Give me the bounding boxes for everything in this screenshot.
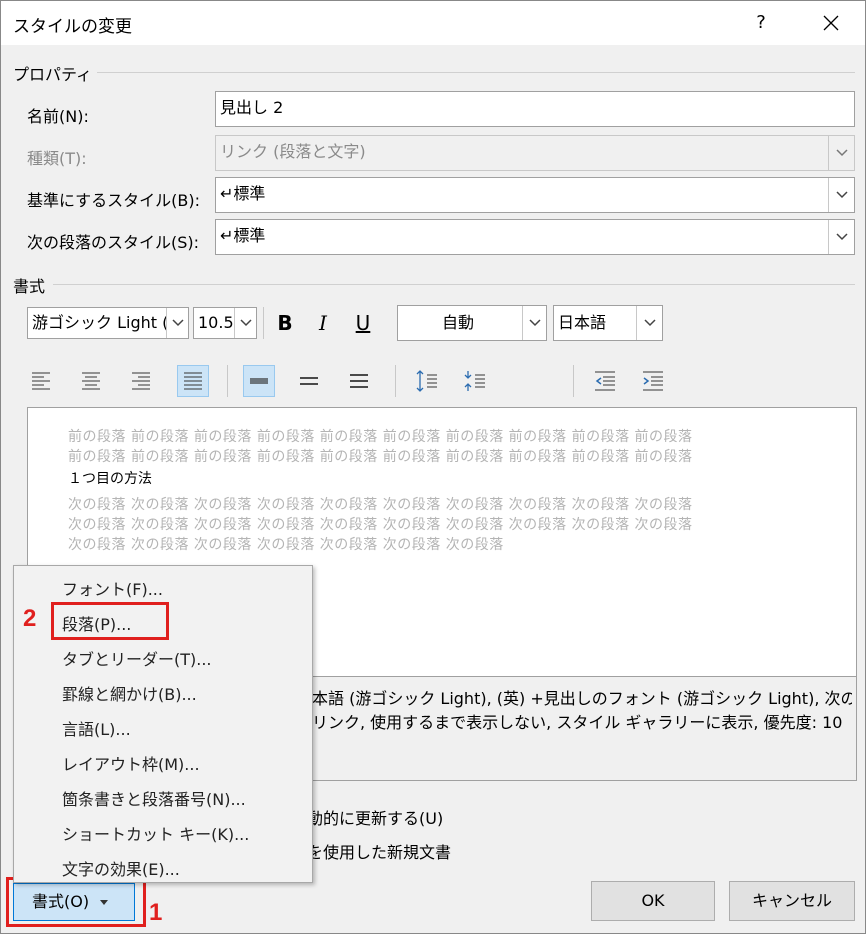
language-dropdown-arrow[interactable] xyxy=(636,306,662,340)
font-select[interactable]: 游ゴシック Light ( xyxy=(27,307,189,339)
increase-indent-icon xyxy=(643,371,663,391)
menu-item-shortcut-key[interactable]: ショートカット キー(K)... xyxy=(62,821,249,845)
preview-next-paragraph: 次の段落 次の段落 次の段落 次の段落 次の段落 次の段落 次の段落 次の段落 … xyxy=(68,517,693,533)
line-spacing-single-icon xyxy=(250,378,268,384)
line-spacing-onehalf-button[interactable] xyxy=(293,365,325,397)
toolbar-separator xyxy=(395,365,396,397)
chevron-down-icon xyxy=(240,319,252,327)
font-value: 游ゴシック Light ( xyxy=(32,313,166,332)
chevron-down-icon xyxy=(644,319,656,327)
auto-update-checkbox-label[interactable]: 動的に更新する(U) xyxy=(307,805,443,829)
toolbar-separator xyxy=(263,307,264,339)
line-spacing-single-button[interactable] xyxy=(243,365,275,397)
description-line-2: リンク, 使用するまで表示しない, スタイル ギャラリーに表示, 優先度: 10 xyxy=(312,713,843,732)
type-value: リンク (段落と文字) xyxy=(220,142,366,161)
properties-section-label: プロパティ xyxy=(13,65,93,84)
line-spacing-onehalf-icon xyxy=(300,377,318,385)
preview-next-paragraph: 次の段落 次の段落 次の段落 次の段落 次の段落 次の段落 次の段落 次の段落 … xyxy=(68,497,693,513)
font-size-select[interactable]: 10.5 xyxy=(193,307,257,339)
font-color-value: 自動 xyxy=(442,313,475,332)
step-1-number: 1 xyxy=(149,899,163,926)
modify-style-dialog: スタイルの変更 ? プロパティ 名前(N): 見出し 2 種類(T): リンク … xyxy=(0,0,866,934)
chevron-down-icon xyxy=(836,233,848,241)
decrease-spacing-button[interactable] xyxy=(459,365,491,397)
language-value: 日本語 xyxy=(558,313,607,332)
step-2-highlight xyxy=(51,602,169,640)
close-button[interactable] xyxy=(809,5,853,41)
align-left-button[interactable] xyxy=(25,365,57,397)
chevron-down-icon xyxy=(172,319,184,327)
preview-previous-paragraph: 前の段落 前の段落 前の段落 前の段落 前の段落 前の段落 前の段落 前の段落 … xyxy=(68,429,693,445)
name-label: 名前(N): xyxy=(27,107,89,126)
align-left-icon xyxy=(32,372,50,390)
ok-button[interactable]: OK xyxy=(591,881,715,921)
underline-button[interactable]: U xyxy=(347,307,379,339)
preview-next-paragraph: 次の段落 次の段落 次の段落 次の段落 次の段落 次の段落 次の段落 xyxy=(68,537,504,553)
window-title: スタイルの変更 xyxy=(13,17,132,37)
bold-button[interactable]: B xyxy=(269,307,301,339)
font-color-select[interactable]: 自動 xyxy=(397,305,547,341)
next-style-dropdown-arrow[interactable] xyxy=(828,220,854,254)
font-dropdown-arrow[interactable] xyxy=(166,308,188,338)
cancel-button[interactable]: キャンセル xyxy=(729,881,855,921)
format-section-label: 書式 xyxy=(13,277,46,296)
toolbar-separator xyxy=(573,365,574,397)
type-select[interactable]: リンク (段落と文字) xyxy=(215,135,855,171)
chevron-down-icon xyxy=(836,191,848,199)
line-spacing-double-button[interactable] xyxy=(343,365,375,397)
menu-item-text-effects[interactable]: 文字の効果(E)... xyxy=(62,856,180,880)
increase-spacing-icon xyxy=(416,370,437,392)
type-dropdown-arrow[interactable] xyxy=(828,136,854,170)
format-divider xyxy=(53,284,855,285)
menu-item-tabs[interactable]: タブとリーダー(T)... xyxy=(62,646,212,670)
next-style-value: ↵標準 xyxy=(220,226,266,245)
help-button[interactable]: ? xyxy=(741,5,781,41)
increase-spacing-button[interactable] xyxy=(411,365,443,397)
close-icon xyxy=(823,15,839,31)
properties-divider xyxy=(97,72,855,73)
based-on-dropdown-arrow[interactable] xyxy=(828,178,854,212)
chevron-down-icon xyxy=(836,149,848,157)
menu-item-numbering[interactable]: 箇条書きと段落番号(N)... xyxy=(62,786,246,810)
preview-previous-paragraph: 前の段落 前の段落 前の段落 前の段落 前の段落 前の段落 前の段落 前の段落 … xyxy=(68,449,693,465)
decrease-indent-button[interactable] xyxy=(589,365,621,397)
type-label: 種類(T): xyxy=(27,149,87,168)
description-line-1: 本語 (游ゴシック Light), (英) +見出しのフォント (游ゴシック L… xyxy=(312,689,852,708)
next-style-label: 次の段落のスタイル(S): xyxy=(27,233,200,252)
menu-item-font[interactable]: フォント(F)... xyxy=(62,576,163,600)
menu-item-language[interactable]: 言語(L)... xyxy=(62,716,131,740)
next-style-select[interactable]: ↵標準 xyxy=(215,219,855,255)
new-documents-radio-label[interactable]: を使用した新規文書 xyxy=(307,839,451,863)
language-select[interactable]: 日本語 xyxy=(553,305,663,341)
align-right-button[interactable] xyxy=(125,365,157,397)
name-input[interactable]: 見出し 2 xyxy=(215,91,855,127)
align-center-button[interactable] xyxy=(75,365,107,397)
based-on-label: 基準にするスタイル(B): xyxy=(27,191,201,210)
title-bar: スタイルの変更 ? xyxy=(1,1,865,45)
menu-item-frame[interactable]: レイアウト枠(M)... xyxy=(62,751,200,775)
line-spacing-double-icon xyxy=(350,374,368,388)
increase-indent-button[interactable] xyxy=(637,365,669,397)
justify-icon xyxy=(184,372,202,390)
step-1-highlight xyxy=(6,877,146,927)
font-size-value: 10.5 xyxy=(198,313,234,332)
step-2-number: 2 xyxy=(23,605,37,632)
toolbar-separator xyxy=(227,365,228,397)
based-on-select[interactable]: ↵標準 xyxy=(215,177,855,213)
align-center-icon xyxy=(82,372,100,390)
chevron-down-icon xyxy=(529,319,541,327)
italic-button[interactable]: I xyxy=(307,307,339,339)
preview-sample-text: １つ目の方法 xyxy=(68,471,152,487)
description-text-area: 本語 (游ゴシック Light), (英) +見出しのフォント (游ゴシック L… xyxy=(312,677,852,777)
justify-button[interactable] xyxy=(177,365,209,397)
decrease-spacing-icon xyxy=(464,371,485,391)
font-color-dropdown-arrow[interactable] xyxy=(522,306,546,340)
align-right-icon xyxy=(132,372,150,390)
menu-item-borders[interactable]: 罫線と網かけ(B)... xyxy=(62,681,197,705)
font-size-dropdown-arrow[interactable] xyxy=(234,308,256,338)
based-on-value: ↵標準 xyxy=(220,184,266,203)
decrease-indent-icon xyxy=(595,371,615,391)
